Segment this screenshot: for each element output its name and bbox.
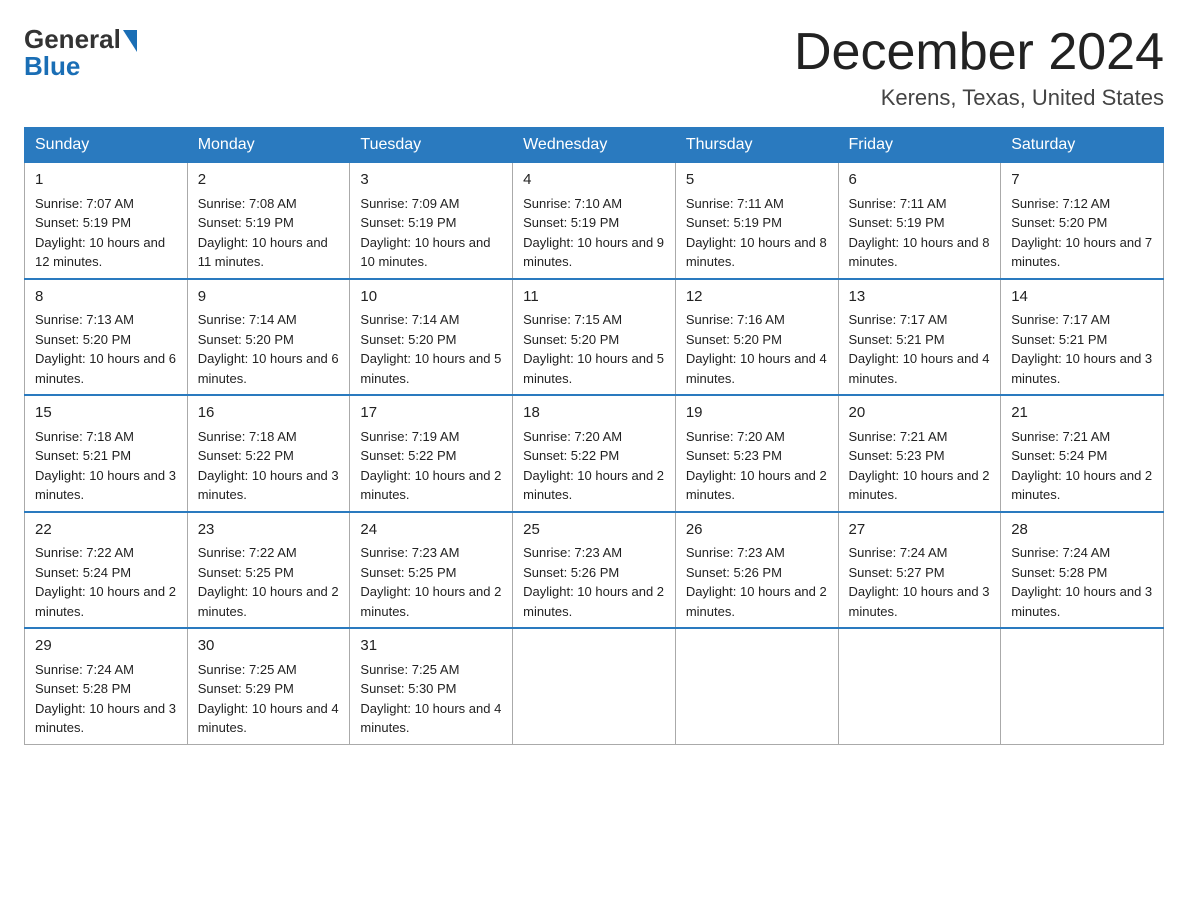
day-number: 22	[35, 519, 177, 542]
day-number: 11	[523, 286, 665, 309]
calendar-header-row: SundayMondayTuesdayWednesdayThursdayFrid…	[25, 128, 1164, 163]
day-number: 14	[1011, 286, 1153, 309]
calendar-day-1: 1Sunrise: 7:07 AMSunset: 5:19 PMDaylight…	[25, 163, 188, 279]
day-number: 13	[849, 286, 991, 309]
calendar-day-28: 28Sunrise: 7:24 AMSunset: 5:28 PMDayligh…	[1001, 512, 1164, 629]
day-number: 8	[35, 286, 177, 309]
calendar-day-30: 30Sunrise: 7:25 AMSunset: 5:29 PMDayligh…	[187, 628, 350, 744]
day-number: 2	[198, 169, 340, 192]
header-thursday: Thursday	[675, 128, 838, 163]
calendar-day-11: 11Sunrise: 7:15 AMSunset: 5:20 PMDayligh…	[513, 279, 676, 396]
calendar-table: SundayMondayTuesdayWednesdayThursdayFrid…	[24, 127, 1164, 745]
calendar-day-6: 6Sunrise: 7:11 AMSunset: 5:19 PMDaylight…	[838, 163, 1001, 279]
calendar-day-19: 19Sunrise: 7:20 AMSunset: 5:23 PMDayligh…	[675, 395, 838, 512]
header-saturday: Saturday	[1001, 128, 1164, 163]
calendar-day-29: 29Sunrise: 7:24 AMSunset: 5:28 PMDayligh…	[25, 628, 188, 744]
day-number: 30	[198, 635, 340, 658]
page-header: General Blue December 2024 Kerens, Texas…	[24, 24, 1164, 111]
calendar-day-21: 21Sunrise: 7:21 AMSunset: 5:24 PMDayligh…	[1001, 395, 1164, 512]
day-number: 29	[35, 635, 177, 658]
calendar-day-16: 16Sunrise: 7:18 AMSunset: 5:22 PMDayligh…	[187, 395, 350, 512]
logo: General Blue	[24, 24, 137, 82]
day-number: 9	[198, 286, 340, 309]
calendar-day-22: 22Sunrise: 7:22 AMSunset: 5:24 PMDayligh…	[25, 512, 188, 629]
day-number: 1	[35, 169, 177, 192]
day-number: 31	[360, 635, 502, 658]
empty-cell	[838, 628, 1001, 744]
logo-triangle-icon	[123, 30, 137, 52]
day-number: 28	[1011, 519, 1153, 542]
calendar-day-20: 20Sunrise: 7:21 AMSunset: 5:23 PMDayligh…	[838, 395, 1001, 512]
month-title: December 2024	[794, 24, 1164, 81]
day-number: 17	[360, 402, 502, 425]
empty-cell	[513, 628, 676, 744]
day-number: 25	[523, 519, 665, 542]
empty-cell	[675, 628, 838, 744]
calendar-day-10: 10Sunrise: 7:14 AMSunset: 5:20 PMDayligh…	[350, 279, 513, 396]
calendar-day-8: 8Sunrise: 7:13 AMSunset: 5:20 PMDaylight…	[25, 279, 188, 396]
header-friday: Friday	[838, 128, 1001, 163]
header-tuesday: Tuesday	[350, 128, 513, 163]
day-number: 4	[523, 169, 665, 192]
calendar-day-4: 4Sunrise: 7:10 AMSunset: 5:19 PMDaylight…	[513, 163, 676, 279]
day-number: 18	[523, 402, 665, 425]
day-number: 15	[35, 402, 177, 425]
day-number: 23	[198, 519, 340, 542]
calendar-day-2: 2Sunrise: 7:08 AMSunset: 5:19 PMDaylight…	[187, 163, 350, 279]
calendar-day-17: 17Sunrise: 7:19 AMSunset: 5:22 PMDayligh…	[350, 395, 513, 512]
calendar-day-18: 18Sunrise: 7:20 AMSunset: 5:22 PMDayligh…	[513, 395, 676, 512]
calendar-day-15: 15Sunrise: 7:18 AMSunset: 5:21 PMDayligh…	[25, 395, 188, 512]
calendar-day-24: 24Sunrise: 7:23 AMSunset: 5:25 PMDayligh…	[350, 512, 513, 629]
calendar-day-31: 31Sunrise: 7:25 AMSunset: 5:30 PMDayligh…	[350, 628, 513, 744]
calendar-day-23: 23Sunrise: 7:22 AMSunset: 5:25 PMDayligh…	[187, 512, 350, 629]
title-block: December 2024 Kerens, Texas, United Stat…	[794, 24, 1164, 111]
day-number: 27	[849, 519, 991, 542]
logo-blue-text: Blue	[24, 51, 80, 82]
calendar-day-27: 27Sunrise: 7:24 AMSunset: 5:27 PMDayligh…	[838, 512, 1001, 629]
header-wednesday: Wednesday	[513, 128, 676, 163]
calendar-week-5: 29Sunrise: 7:24 AMSunset: 5:28 PMDayligh…	[25, 628, 1164, 744]
day-number: 6	[849, 169, 991, 192]
location-text: Kerens, Texas, United States	[794, 85, 1164, 111]
day-number: 21	[1011, 402, 1153, 425]
calendar-week-3: 15Sunrise: 7:18 AMSunset: 5:21 PMDayligh…	[25, 395, 1164, 512]
calendar-day-13: 13Sunrise: 7:17 AMSunset: 5:21 PMDayligh…	[838, 279, 1001, 396]
day-number: 5	[686, 169, 828, 192]
day-number: 16	[198, 402, 340, 425]
calendar-week-2: 8Sunrise: 7:13 AMSunset: 5:20 PMDaylight…	[25, 279, 1164, 396]
calendar-day-7: 7Sunrise: 7:12 AMSunset: 5:20 PMDaylight…	[1001, 163, 1164, 279]
header-sunday: Sunday	[25, 128, 188, 163]
day-number: 19	[686, 402, 828, 425]
calendar-week-4: 22Sunrise: 7:22 AMSunset: 5:24 PMDayligh…	[25, 512, 1164, 629]
day-number: 20	[849, 402, 991, 425]
calendar-day-26: 26Sunrise: 7:23 AMSunset: 5:26 PMDayligh…	[675, 512, 838, 629]
calendar-day-5: 5Sunrise: 7:11 AMSunset: 5:19 PMDaylight…	[675, 163, 838, 279]
calendar-day-9: 9Sunrise: 7:14 AMSunset: 5:20 PMDaylight…	[187, 279, 350, 396]
day-number: 7	[1011, 169, 1153, 192]
calendar-day-12: 12Sunrise: 7:16 AMSunset: 5:20 PMDayligh…	[675, 279, 838, 396]
day-number: 3	[360, 169, 502, 192]
day-number: 26	[686, 519, 828, 542]
day-number: 10	[360, 286, 502, 309]
day-number: 24	[360, 519, 502, 542]
day-number: 12	[686, 286, 828, 309]
empty-cell	[1001, 628, 1164, 744]
calendar-day-3: 3Sunrise: 7:09 AMSunset: 5:19 PMDaylight…	[350, 163, 513, 279]
calendar-day-14: 14Sunrise: 7:17 AMSunset: 5:21 PMDayligh…	[1001, 279, 1164, 396]
header-monday: Monday	[187, 128, 350, 163]
calendar-week-1: 1Sunrise: 7:07 AMSunset: 5:19 PMDaylight…	[25, 163, 1164, 279]
calendar-day-25: 25Sunrise: 7:23 AMSunset: 5:26 PMDayligh…	[513, 512, 676, 629]
